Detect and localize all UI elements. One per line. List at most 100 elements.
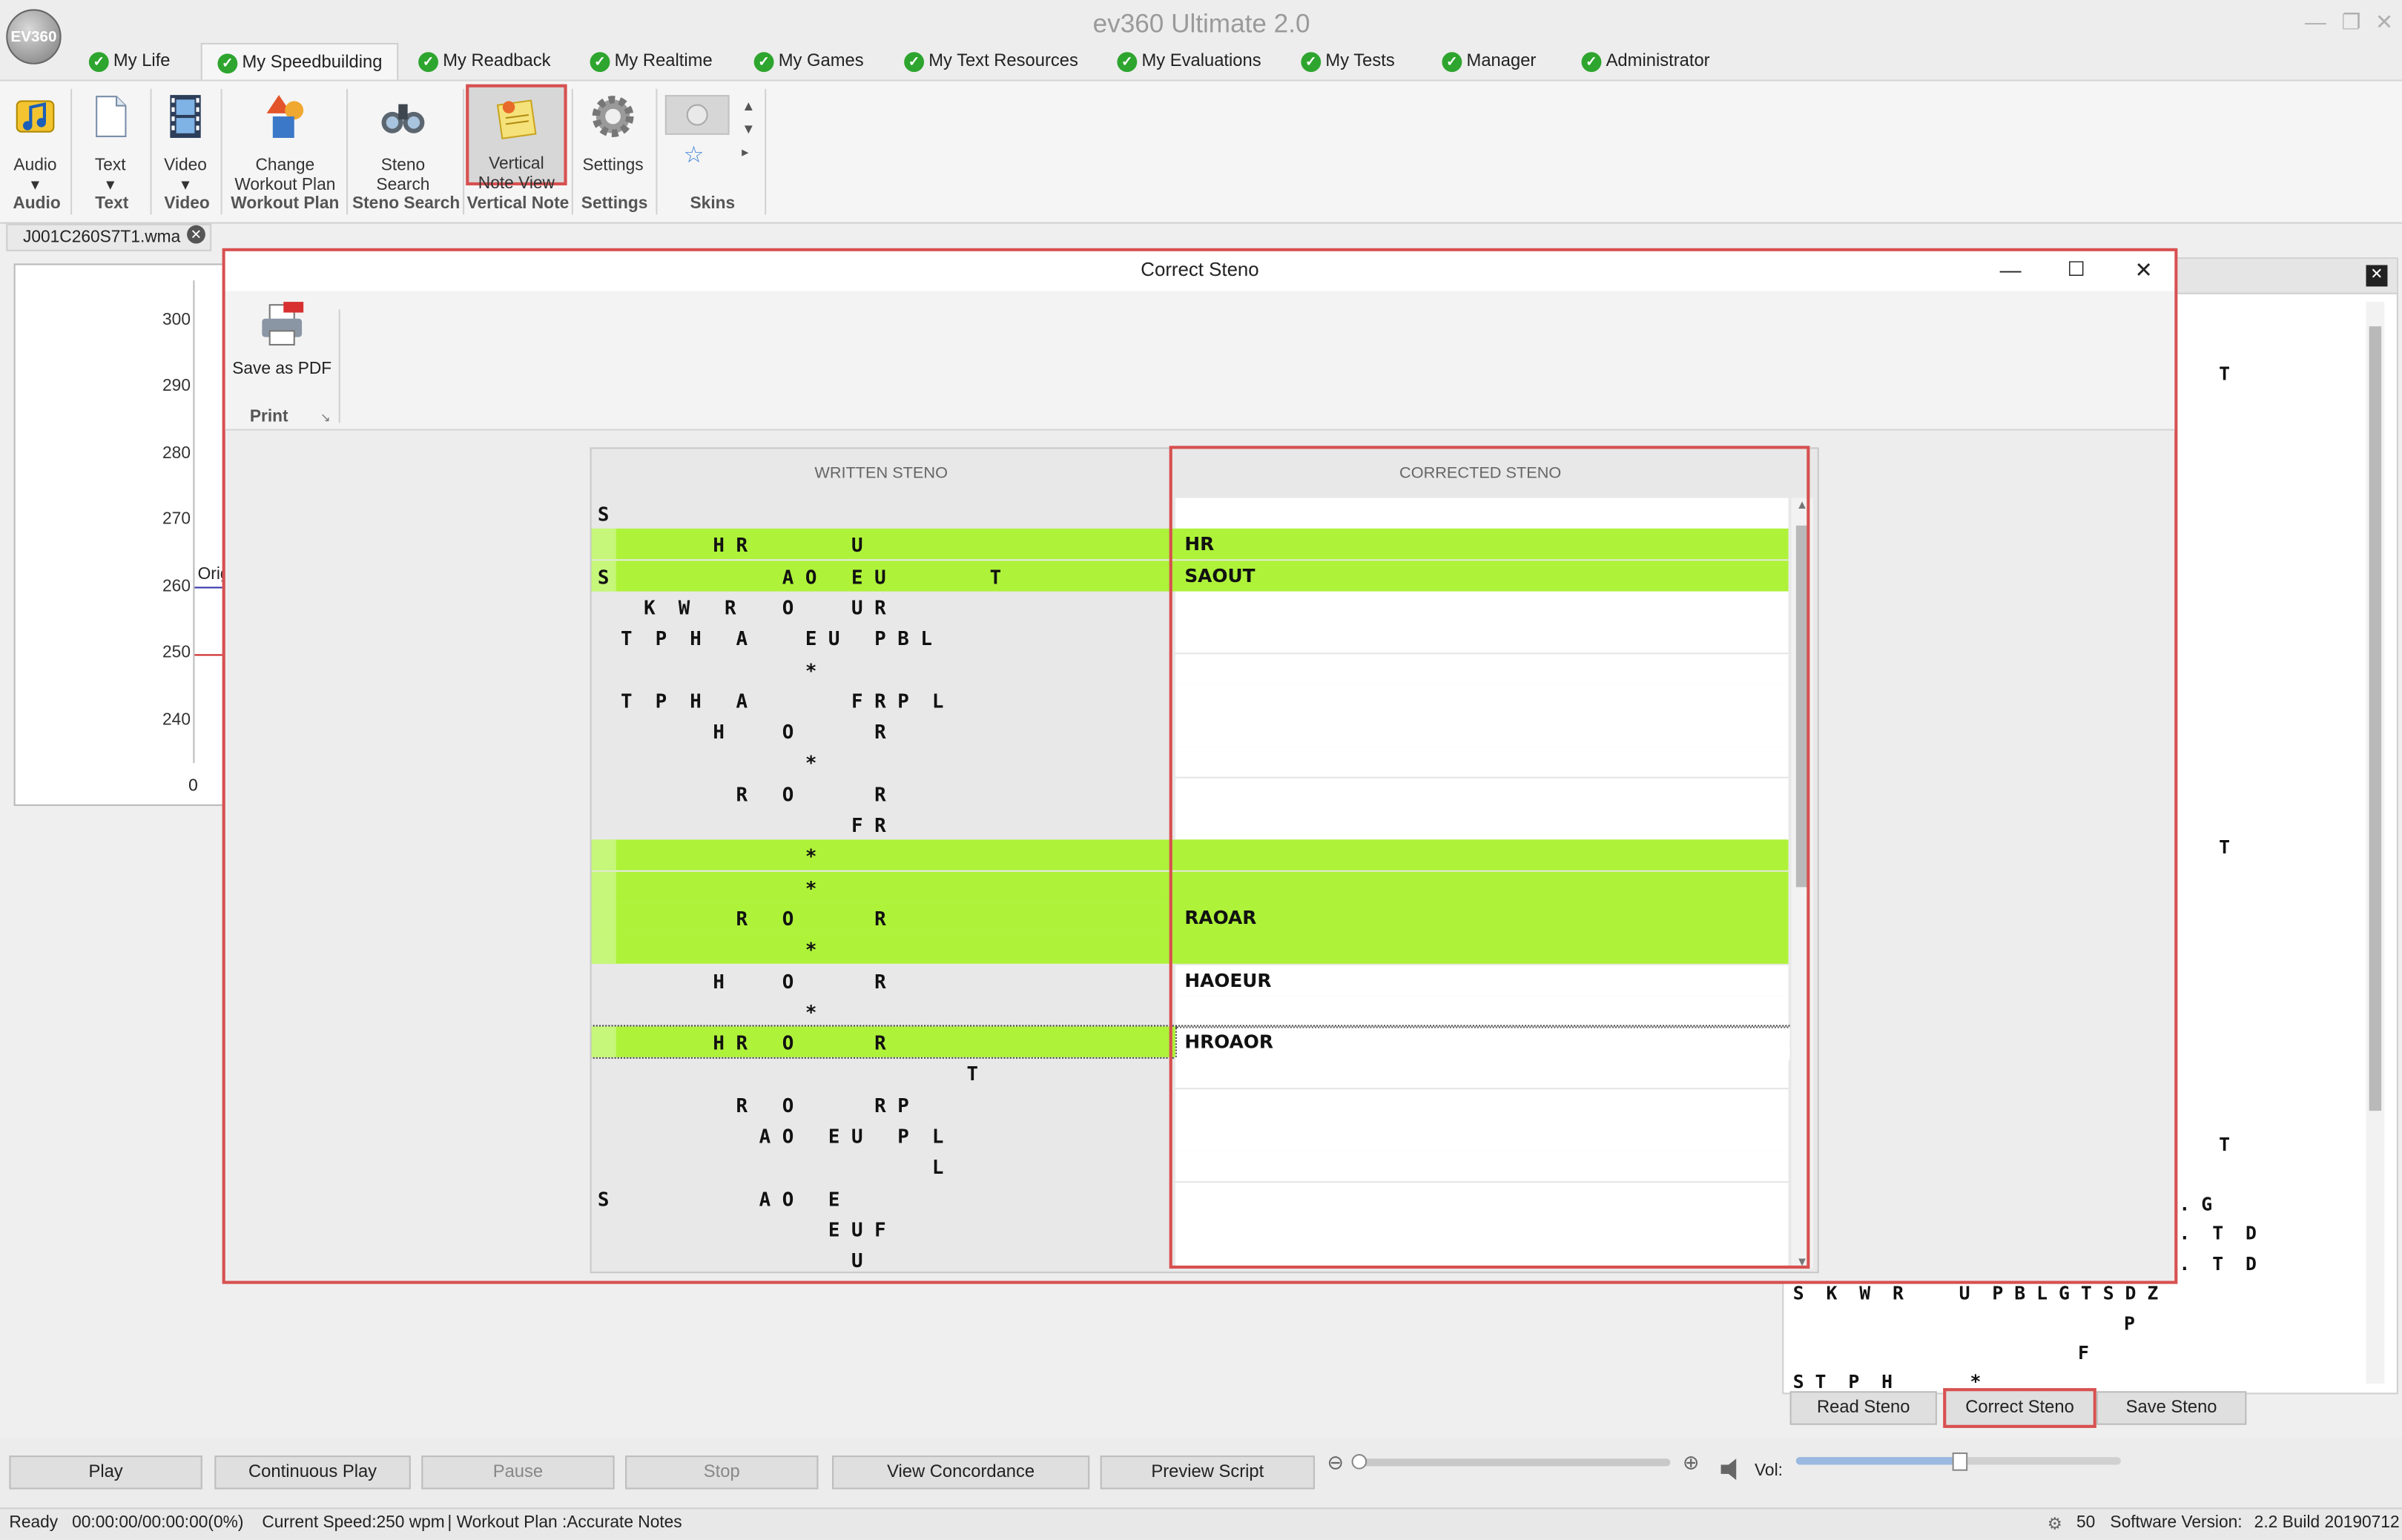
tab-my-games[interactable]: ✓ My Games — [753, 43, 864, 80]
vertical-note-view-button[interactable]: Vertical Note View — [466, 84, 567, 193]
app-logo[interactable]: EV360 — [6, 9, 62, 65]
video-button[interactable]: Video ▾ — [156, 92, 215, 196]
corrected-steno-input[interactable] — [1175, 684, 1789, 717]
volume-handle[interactable] — [1952, 1452, 1968, 1471]
preview-script-button[interactable]: Preview Script — [1100, 1455, 1315, 1490]
restore-icon[interactable]: ❐ — [2341, 9, 2360, 35]
zoom-out-icon[interactable]: ⊖ — [1327, 1451, 1344, 1475]
steno-row[interactable]: S A O E — [592, 1182, 1789, 1215]
tab-my-readback[interactable]: ✓ My Readback — [418, 43, 550, 80]
tab-my-tests[interactable]: ✓ My Tests — [1301, 43, 1395, 80]
panel-scrollbar[interactable] — [2366, 302, 2385, 1384]
steno-row[interactable]: K W R O U R — [592, 591, 1789, 624]
steno-row[interactable]: H R O R HROAOR — [591, 1025, 1790, 1061]
corrected-steno-input[interactable] — [1175, 840, 1789, 871]
corrected-steno-input[interactable] — [1175, 870, 1789, 902]
corrected-steno-input[interactable] — [1175, 622, 1789, 655]
grid-scrollbar-thumb[interactable] — [1795, 525, 1809, 888]
corrected-steno-input[interactable] — [1175, 1182, 1789, 1215]
corrected-steno-input[interactable] — [1175, 747, 1789, 779]
tab-my-realtime[interactable]: ✓ My Realtime — [590, 43, 713, 80]
grid-scrollbar[interactable]: ▲ ▼ — [1791, 498, 1813, 1269]
steno-row[interactable]: T P H A F R P L — [592, 684, 1789, 717]
steno-row[interactable]: * — [592, 747, 1789, 779]
steno-row[interactable]: R O R P — [592, 1088, 1789, 1121]
tab-my-text-resources[interactable]: ✓ My Text Resources — [904, 43, 1078, 80]
skin-gallery-selected[interactable] — [664, 95, 730, 135]
corrected-steno-input[interactable] — [1175, 653, 1789, 686]
steno-row[interactable]: * — [591, 840, 1789, 871]
steno-row[interactable]: E U F — [592, 1213, 1789, 1246]
steno-row[interactable]: F R — [592, 809, 1789, 842]
close-panel-icon[interactable]: ✕ — [2366, 265, 2388, 287]
tab-administrator[interactable]: ✓ Administrator — [1581, 43, 1710, 80]
continuous-play-button[interactable]: Continuous Play — [214, 1455, 411, 1490]
steno-row[interactable]: U — [592, 1244, 1789, 1269]
steno-search-button[interactable]: Steno Search — [368, 92, 438, 196]
close-app-icon[interactable]: ✕ — [2375, 9, 2393, 35]
corrected-steno-input[interactable] — [1175, 591, 1789, 624]
position-slider[interactable] — [1351, 1454, 1671, 1470]
steno-row[interactable]: L — [592, 1151, 1789, 1183]
steno-row[interactable]: * — [591, 933, 1789, 965]
settings-button[interactable]: Settings — [579, 92, 647, 176]
zoom-in-icon[interactable]: ⊕ — [1683, 1451, 1700, 1475]
corrected-steno-input[interactable] — [1175, 778, 1789, 810]
tab-my-life[interactable]: ✓ My Life — [88, 43, 171, 80]
save-as-pdf-button[interactable]: Save as PDF — [231, 300, 332, 378]
corrected-steno-input[interactable] — [1175, 1151, 1789, 1183]
steno-row[interactable]: H O R HAOEUR — [592, 964, 1789, 997]
speaker-icon[interactable] — [1720, 1457, 1747, 1481]
view-concordance-button[interactable]: View Concordance — [832, 1455, 1090, 1490]
steno-row[interactable]: * — [592, 995, 1789, 1028]
skin-gallery-scroll-icons[interactable]: ▲ ▼ ▸ — [742, 95, 755, 164]
correct-steno-button[interactable]: Correct Steno — [1943, 1388, 2096, 1428]
star-skin-icon[interactable]: ☆ — [684, 141, 705, 168]
dialog-minimize-icon[interactable]: — — [2000, 251, 2022, 288]
tab-my-evaluations[interactable]: ✓ My Evaluations — [1117, 43, 1261, 80]
corrected-steno-input[interactable] — [1175, 716, 1789, 748]
play-button[interactable]: Play — [9, 1455, 202, 1490]
corrected-steno-input[interactable] — [1175, 809, 1789, 842]
dialog-maximize-icon[interactable]: ☐ — [2068, 251, 2085, 288]
save-steno-button[interactable]: Save Steno — [2096, 1391, 2247, 1425]
corrected-steno-input[interactable] — [1175, 1244, 1789, 1269]
corrected-steno-input[interactable] — [1175, 1120, 1789, 1152]
corrected-steno-input[interactable] — [1175, 560, 1789, 591]
corrected-steno-input[interactable] — [1175, 1213, 1789, 1246]
steno-row[interactable]: R O R — [592, 778, 1789, 810]
scrollbar-thumb[interactable] — [2369, 326, 2382, 1111]
tab-manager[interactable]: ✓ Manager — [1442, 43, 1536, 80]
scroll-up-icon[interactable]: ▲ — [1792, 498, 1813, 512]
document-tab[interactable]: J001C260S7T1.wma — [6, 223, 212, 251]
steno-row[interactable]: * — [591, 870, 1789, 902]
minimize-icon[interactable]: — — [2305, 9, 2326, 33]
steno-row[interactable]: A O E U P L — [592, 1120, 1789, 1152]
steno-row[interactable]: * — [592, 653, 1789, 686]
change-workout-plan-button[interactable]: Change Workout Plan — [230, 92, 340, 196]
text-button[interactable]: Text ▾ — [83, 92, 138, 196]
audio-button[interactable]: Audio ▾ — [6, 92, 65, 196]
scroll-down-icon[interactable]: ▼ — [1792, 1255, 1813, 1269]
corrected-steno-input[interactable] — [1175, 933, 1789, 965]
volume-slider[interactable] — [1795, 1452, 2121, 1471]
corrected-steno-input[interactable] — [1175, 529, 1789, 560]
corrected-steno-input[interactable] — [1175, 995, 1789, 1028]
pause-button[interactable]: Pause — [421, 1455, 615, 1490]
slider-handle[interactable] — [1351, 1454, 1367, 1470]
read-steno-button[interactable]: Read Steno — [1789, 1391, 1937, 1425]
steno-row[interactable]: H O R — [592, 716, 1789, 748]
stop-button[interactable]: Stop — [625, 1455, 819, 1490]
corrected-steno-input[interactable] — [1175, 1088, 1789, 1121]
dialog-launcher-icon[interactable]: ↘ — [320, 411, 331, 425]
steno-row[interactable]: T — [592, 1057, 1789, 1091]
tab-my-speedbuilding[interactable]: ✓ My Speedbuilding — [200, 42, 400, 82]
steno-row[interactable]: H R U HR — [591, 529, 1789, 560]
corrected-steno-input[interactable] — [1175, 1057, 1789, 1091]
dialog-close-icon[interactable]: ✕ — [2134, 251, 2152, 288]
steno-row[interactable]: S A O E U T SAOUT — [591, 560, 1789, 591]
corrected-steno-input[interactable] — [1175, 902, 1789, 933]
steno-row[interactable]: T P H A E U P B L — [592, 622, 1789, 655]
corrected-steno-input[interactable] — [1175, 498, 1789, 530]
steno-row[interactable]: S — [592, 498, 1789, 530]
